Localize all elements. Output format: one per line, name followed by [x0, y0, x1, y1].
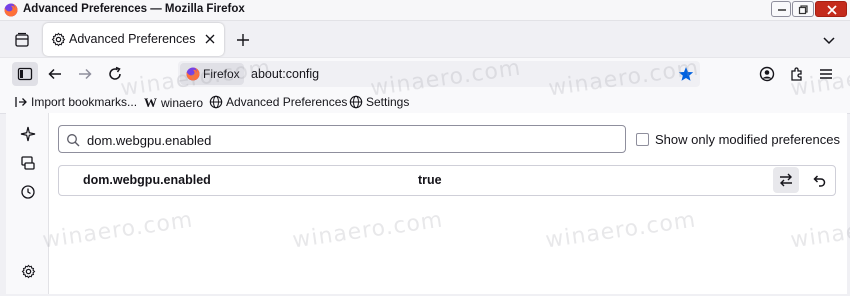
identity-label: Firefox [203, 67, 240, 81]
bookmark-label: winaero [161, 96, 204, 110]
import-icon [15, 97, 27, 107]
gear-icon [21, 264, 35, 278]
show-modified-label[interactable]: Show only modified preferences [655, 132, 840, 147]
bookmark-label: Import bookmarks... [31, 95, 138, 109]
reload-icon [109, 66, 121, 80]
bookmark-star-button[interactable] [677, 65, 695, 83]
back-button[interactable] [44, 63, 66, 85]
restore-icon [798, 5, 808, 15]
forward-button[interactable] [74, 63, 96, 85]
tab-advanced-preferences[interactable]: Advanced Preferences [43, 23, 224, 56]
arrow-right-icon [79, 68, 92, 80]
tab-label: Advanced Preferences [69, 32, 196, 46]
chevron-down-icon [823, 37, 835, 45]
synced-tabs-icon [21, 156, 35, 170]
reload-button[interactable] [104, 63, 126, 85]
minimize-button[interactable] [771, 1, 791, 17]
title-bar: Advanced Preferences — Mozilla Firefox [0, 0, 850, 21]
account-button[interactable] [756, 63, 778, 85]
arrow-left-icon [48, 68, 61, 80]
gear-icon [51, 32, 66, 47]
new-tab-button[interactable] [232, 29, 254, 51]
sidebar-settings-button[interactable] [18, 261, 38, 281]
history-button[interactable] [18, 182, 38, 202]
undo-icon [813, 175, 826, 187]
preference-search-box[interactable] [58, 125, 626, 153]
firefox-logo-icon [4, 3, 18, 17]
identity-box[interactable]: Firefox [180, 63, 244, 85]
minimize-icon [778, 9, 786, 11]
sparkle-icon [20, 126, 36, 142]
bookmark-import[interactable]: Import bookmarks... [14, 95, 137, 109]
show-modified-checkbox[interactable] [636, 133, 649, 146]
preference-name: dom.webgpu.enabled [83, 173, 211, 187]
puzzle-icon [791, 67, 802, 81]
toggle-preference-button[interactable] [773, 167, 799, 193]
synced-tabs-button[interactable] [18, 153, 38, 173]
toggle-arrows-icon [780, 173, 792, 187]
bookmark-label: Settings [366, 95, 410, 109]
sidebar-icon [17, 67, 33, 81]
preference-value: true [418, 173, 442, 187]
bookmark-label: Advanced Preferences [226, 95, 348, 109]
url-text[interactable]: about:config [251, 67, 319, 81]
app-menu-button[interactable] [815, 63, 837, 85]
preference-search-input[interactable] [85, 130, 619, 150]
window-title: Advanced Preferences — Mozilla Firefox [23, 3, 245, 15]
close-tab-icon[interactable] [203, 32, 217, 46]
bookmark-winaero[interactable]: W winaero [144, 95, 203, 111]
clock-icon [21, 185, 35, 199]
ai-chatbot-button[interactable] [18, 124, 38, 144]
close-icon [827, 5, 837, 15]
star-icon [678, 67, 694, 81]
list-all-tabs-button[interactable] [818, 29, 840, 51]
maximize-button[interactable] [792, 1, 814, 17]
bookmark-advanced-preferences[interactable]: Advanced Preferences [209, 95, 347, 109]
search-icon [67, 134, 80, 147]
winaero-logo: W [144, 95, 157, 110]
firefox-view-icon [15, 32, 29, 47]
close-window-button[interactable] [815, 1, 847, 17]
globe-icon [349, 95, 363, 109]
plus-icon [237, 34, 249, 46]
hamburger-icon [820, 69, 832, 79]
account-icon [759, 66, 775, 82]
extensions-button[interactable] [786, 63, 808, 85]
reset-preference-button[interactable] [806, 167, 832, 193]
firefox-logo-icon [186, 67, 200, 81]
bookmark-settings[interactable]: Settings [349, 95, 409, 109]
globe-icon [209, 95, 223, 109]
sidebar-toggle-button[interactable] [12, 62, 38, 86]
firefox-view-button[interactable] [11, 29, 33, 51]
